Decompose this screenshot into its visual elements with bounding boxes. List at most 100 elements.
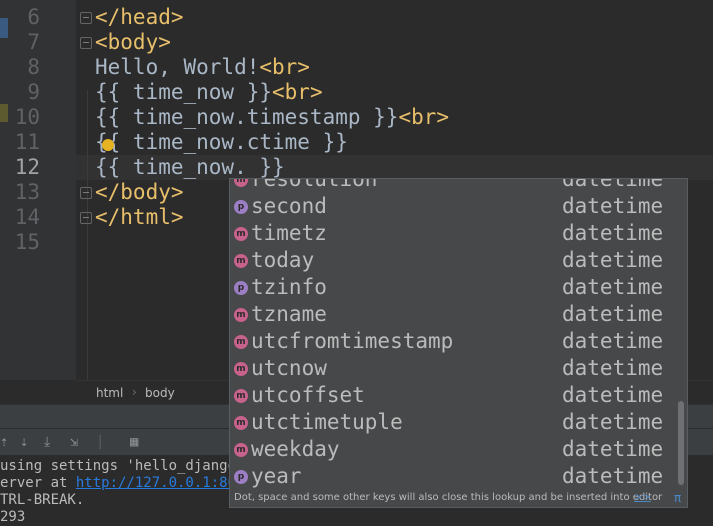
- completion-type: datetime: [562, 275, 664, 299]
- completion-footer: Dot, space and some other keys will also…: [230, 489, 687, 507]
- more-options-link[interactable]: >>: [634, 489, 651, 507]
- fold-marker-icon[interactable]: [80, 37, 92, 49]
- code-line-8[interactable]: Hello, World!<br>: [95, 55, 310, 80]
- completion-scrollbar-thumb[interactable]: [678, 401, 684, 485]
- console-line: TRL-BREAK.: [0, 492, 85, 508]
- html-tag: <body>: [95, 30, 171, 54]
- completion-name: tzinfo: [251, 275, 327, 299]
- download-icon[interactable]: ⤓: [44, 434, 50, 450]
- method-icon: m: [234, 179, 248, 187]
- completion-item[interactable]: m utcfromtimestamp datetime: [230, 328, 675, 355]
- completion-item[interactable]: p second datetime: [230, 193, 675, 220]
- line-number: 13: [14, 180, 40, 204]
- lightbulb-icon[interactable]: [102, 139, 114, 151]
- completion-item[interactable]: m weekday datetime: [230, 436, 675, 463]
- method-icon: m: [234, 308, 248, 322]
- code-completion-popup[interactable]: m resolution datetime p second datetime …: [229, 178, 688, 508]
- completion-type: datetime: [562, 437, 664, 461]
- grid-icon[interactable]: ▦: [130, 434, 138, 450]
- completion-list[interactable]: m resolution datetime p second datetime …: [230, 179, 675, 489]
- completion-type: datetime: [562, 302, 664, 326]
- soft-wrap-icon[interactable]: ⇲: [70, 434, 78, 450]
- method-icon: m: [234, 227, 248, 241]
- html-tag: </head>: [95, 5, 184, 29]
- html-tag: <br>: [398, 105, 450, 129]
- pi-icon[interactable]: π: [674, 489, 681, 507]
- code-line-9[interactable]: {{ time_now }}<br>: [95, 80, 323, 105]
- completion-item[interactable]: p tzinfo datetime: [230, 274, 675, 301]
- template-expression: {{ time_now. }}: [95, 155, 285, 179]
- code-line-13[interactable]: </body>: [95, 180, 184, 205]
- completion-item[interactable]: m utcnow datetime: [230, 355, 675, 382]
- breadcrumb-item-html[interactable]: html: [96, 386, 123, 400]
- property-icon: p: [234, 200, 248, 214]
- html-tag: <br>: [259, 55, 310, 79]
- completion-type: datetime: [562, 179, 664, 191]
- completion-item[interactable]: m resolution datetime: [230, 179, 675, 193]
- code-line-10[interactable]: {{ time_now.timestamp }}<br>: [95, 105, 449, 130]
- console-line: using settings 'hello_django.: [0, 458, 245, 474]
- completion-item[interactable]: m tzname datetime: [230, 301, 675, 328]
- completion-type: datetime: [562, 356, 664, 380]
- fold-marker-icon[interactable]: [80, 212, 92, 224]
- code-line-11[interactable]: {{ time_now.ctime }}: [95, 130, 348, 155]
- console-text: erver at: [0, 475, 76, 491]
- completion-name: utcnow: [251, 356, 327, 380]
- completion-type: datetime: [562, 410, 664, 434]
- line-number: 8: [27, 55, 40, 79]
- completion-hint: Dot, space and some other keys will also…: [234, 492, 663, 503]
- template-expression: {{ time_now.ctime }}: [95, 130, 348, 154]
- line-number: 11: [14, 130, 40, 154]
- completion-name: resolution: [251, 179, 378, 191]
- fold-marker-icon[interactable]: [80, 12, 92, 24]
- template-expression: {{ time_now.timestamp }}: [95, 105, 399, 129]
- template-expression: {{ time_now }}: [95, 80, 273, 104]
- line-number: 15: [14, 230, 40, 254]
- code-line-7[interactable]: <body>: [95, 30, 171, 55]
- line-number-current: 12: [14, 155, 40, 179]
- completion-name: timetz: [251, 221, 327, 245]
- text-content: Hello, World!: [95, 55, 260, 79]
- completion-name: utctimetuple: [251, 410, 403, 434]
- fold-marker-icon[interactable]: [80, 187, 92, 199]
- completion-type: datetime: [562, 194, 664, 218]
- property-icon: p: [234, 470, 248, 484]
- code-line-14[interactable]: </html>: [95, 205, 184, 230]
- server-url-link[interactable]: http://127.0.0.1:8000: [76, 475, 253, 491]
- method-icon: m: [234, 389, 248, 403]
- completion-name: utcfromtimestamp: [251, 329, 454, 353]
- html-tag: </html>: [95, 205, 184, 229]
- completion-type: datetime: [562, 383, 664, 407]
- completion-item[interactable]: m today datetime: [230, 247, 675, 274]
- code-line-12[interactable]: {{ time_now. }}: [95, 155, 285, 180]
- scroll-down-icon[interactable]: ⇣: [20, 434, 28, 450]
- completion-name: tzname: [251, 302, 327, 326]
- completion-item[interactable]: m timetz datetime: [230, 220, 675, 247]
- indent-guide: [87, 90, 88, 380]
- method-icon: m: [234, 443, 248, 457]
- code-line-6[interactable]: </head>: [95, 5, 184, 30]
- completion-item[interactable]: p year datetime: [230, 463, 675, 489]
- completion-type: datetime: [562, 248, 664, 272]
- completion-name: second: [251, 194, 327, 218]
- method-icon: m: [234, 416, 248, 430]
- html-tag: <br>: [272, 80, 323, 104]
- method-icon: m: [234, 254, 248, 268]
- line-number: 14: [14, 205, 40, 229]
- completion-name: utcoffset: [251, 383, 365, 407]
- method-icon: m: [234, 362, 248, 376]
- breadcrumb-item-body[interactable]: body: [145, 386, 175, 400]
- console-line: erver at http://127.0.0.1:8000: [0, 475, 253, 492]
- completion-type: datetime: [562, 221, 664, 245]
- line-number: 9: [27, 80, 40, 104]
- completion-item[interactable]: m utcoffset datetime: [230, 382, 675, 409]
- scroll-up-icon[interactable]: ⇡: [0, 434, 8, 450]
- line-number: 6: [27, 5, 40, 29]
- console-line: 293: [0, 509, 26, 525]
- line-number: 7: [27, 30, 40, 54]
- completion-type: datetime: [562, 464, 664, 488]
- toolbar-divider: |: [96, 434, 105, 450]
- completion-name: weekday: [251, 437, 340, 461]
- completion-item[interactable]: m utctimetuple datetime: [230, 409, 675, 436]
- completion-name: today: [251, 248, 315, 272]
